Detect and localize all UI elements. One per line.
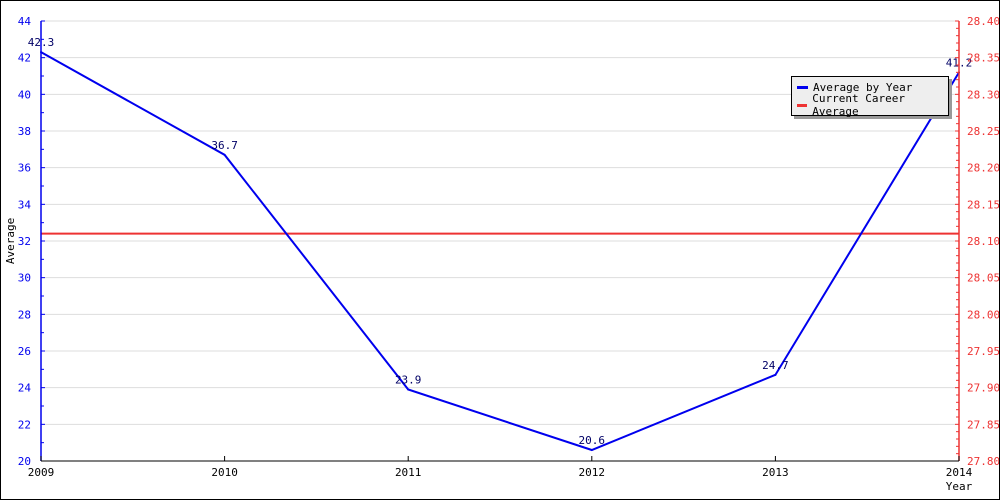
y-tick-label: 32 <box>18 235 31 248</box>
x-tick-label: 2009 <box>28 466 55 479</box>
y-tick-label: 40 <box>18 88 31 101</box>
x-tick-label: 2013 <box>762 466 789 479</box>
y-axis-label: Average <box>4 218 17 264</box>
y2-tick-label: 28.10 <box>967 235 999 248</box>
data-point <box>223 153 226 156</box>
x-tick-label: 2010 <box>211 466 238 479</box>
y2-tick-label: 28.25 <box>967 125 999 138</box>
y-tick-label: 22 <box>18 418 31 431</box>
x-axis-label: Year <box>946 480 973 493</box>
y-tick-label: 42 <box>18 52 31 65</box>
legend-item-career-average: Current Career Average <box>797 92 948 118</box>
legend: Average by Year Current Career Average <box>791 76 949 118</box>
data-label: 20.6 <box>579 434 606 447</box>
data-label: 23.9 <box>395 374 422 387</box>
y-tick-label: 26 <box>18 345 31 358</box>
y2-tick-label: 27.85 <box>967 418 999 431</box>
x-tick-label: 2014 <box>946 466 973 479</box>
legend-label: Current Career Average <box>812 92 905 118</box>
y-tick-label: 38 <box>18 125 31 138</box>
legend-swatch-red <box>797 103 808 107</box>
y-tick-label: 28 <box>18 308 31 321</box>
y2-tick-label: 28.20 <box>967 162 999 175</box>
y-tick-label: 44 <box>18 15 32 28</box>
y2-tick-label: 28.35 <box>967 52 999 65</box>
x-tick-label: 2011 <box>395 466 422 479</box>
data-point <box>774 373 777 376</box>
y2-tick-label: 27.95 <box>967 345 999 358</box>
y2-tick-label: 28.30 <box>967 88 999 101</box>
y2-tick-label: 28.05 <box>967 272 999 285</box>
x-tick-label: 2012 <box>579 466 606 479</box>
legend-swatch-blue <box>797 85 808 89</box>
y-tick-label: 30 <box>18 272 31 285</box>
y-tick-label: 36 <box>18 162 31 175</box>
y2-tick-label: 27.90 <box>967 382 999 395</box>
data-point <box>407 388 410 391</box>
chart-frame: 42.3 36.7 23.9 20.6 24.7 41.2 20 22 24 26 28 30 32 3… <box>0 0 1000 500</box>
data-label: 36.7 <box>211 139 238 152</box>
y2-tick-label: 28.15 <box>967 198 999 211</box>
y-tick-label: 24 <box>18 382 32 395</box>
y2-tick-label: 28.00 <box>967 308 999 321</box>
data-point <box>590 449 593 451</box>
y-tick-label: 34 <box>18 198 32 211</box>
y2-tick-label: 28.40 <box>967 15 999 28</box>
data-label: 24.7 <box>762 359 789 372</box>
